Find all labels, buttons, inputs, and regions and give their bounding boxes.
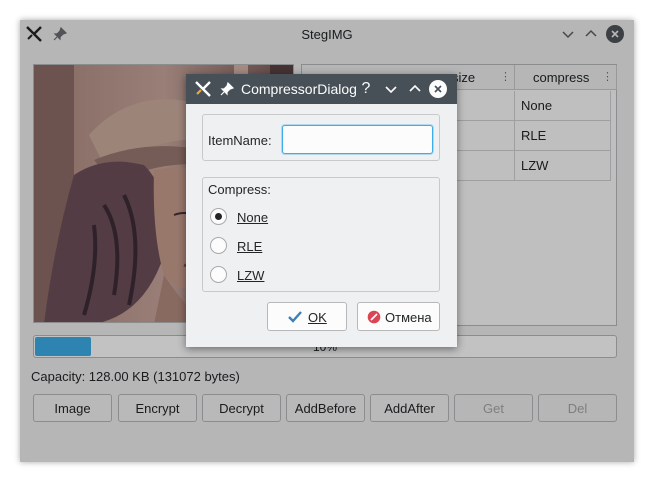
ok-button[interactable]: OK — [267, 302, 347, 331]
radio-rle-label[interactable]: RLE — [237, 239, 262, 254]
radio-lzw-label[interactable]: LZW — [237, 268, 264, 283]
dialog-titlebar[interactable]: CompressorDialog ? — [186, 74, 457, 104]
radio-none-text: None — [237, 210, 269, 225]
radio-rle-text: RLE — [237, 239, 263, 254]
compress-label: Compress: — [208, 182, 271, 197]
cancel-button[interactable]: Отмена — [357, 302, 440, 331]
item-name-input[interactable] — [282, 125, 433, 154]
radio-lzw-text: LZW — [237, 268, 265, 283]
maximize-icon[interactable] — [406, 80, 424, 98]
radio-none[interactable] — [210, 208, 227, 225]
dialog-app-icon[interactable] — [194, 80, 212, 98]
cancel-icon — [367, 310, 381, 324]
ok-button-label: OK — [308, 310, 327, 325]
minimize-icon[interactable] — [382, 80, 400, 98]
compressor-dialog: CompressorDialog ? ItemName: Compress: N… — [186, 74, 457, 347]
close-icon[interactable] — [429, 80, 447, 98]
radio-rle[interactable] — [210, 237, 227, 254]
item-name-label: ItemName: — [208, 133, 272, 148]
dialog-title: CompressorDialog — [241, 81, 357, 97]
help-icon[interactable]: ? — [357, 80, 375, 98]
radio-lzw[interactable] — [210, 266, 227, 283]
ok-check-icon — [288, 310, 302, 324]
cancel-button-label: Отмена — [385, 310, 432, 325]
pin-icon[interactable] — [220, 81, 235, 96]
radio-none-label[interactable]: None — [237, 210, 268, 225]
